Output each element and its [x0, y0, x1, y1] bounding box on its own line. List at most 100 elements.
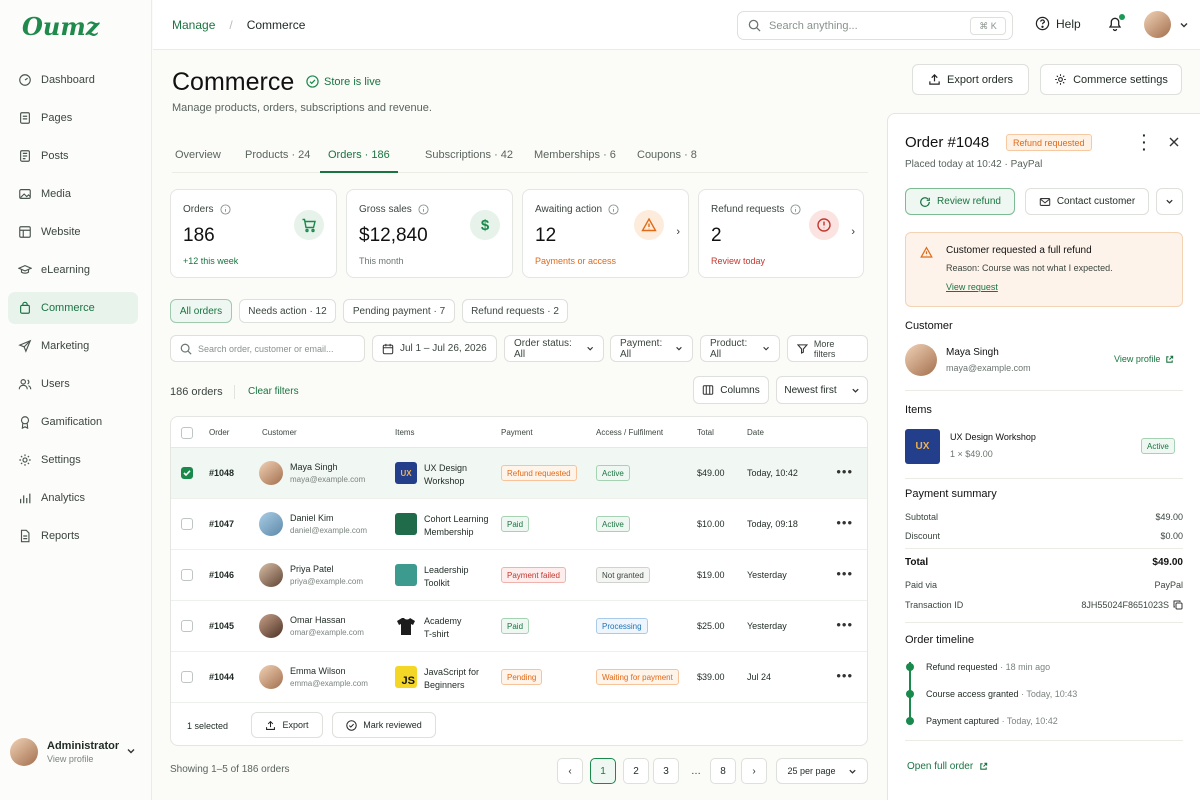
close-icon[interactable]: [1168, 136, 1180, 148]
chevron-down-icon[interactable]: [126, 746, 136, 756]
order-id[interactable]: #1044: [209, 672, 234, 682]
table-row[interactable]: #1047 Daniel Kim daniel@example.com Cohor…: [171, 499, 867, 550]
table-row[interactable]: #1046 Priya Patel priya@example.com Leade…: [171, 550, 867, 601]
clear-filters-link[interactable]: Clear filters: [248, 386, 299, 397]
copy-icon[interactable]: [1173, 600, 1183, 610]
order-id[interactable]: #1046: [209, 570, 234, 580]
view-profile-link[interactable]: View profile: [1114, 354, 1174, 364]
sidebar-item-posts[interactable]: Posts: [8, 140, 138, 172]
tab-orders[interactable]: Orders · 186: [320, 149, 398, 173]
order-id[interactable]: #1048: [209, 468, 234, 478]
sidebar-item-analytics[interactable]: Analytics: [8, 482, 138, 514]
row-checkbox[interactable]: [181, 518, 193, 530]
mark-reviewed-button[interactable]: Mark reviewed: [332, 712, 436, 738]
more-actions-icon[interactable]: •••: [836, 515, 853, 530]
commerce-settings-button[interactable]: Commerce settings: [1040, 64, 1182, 95]
page-button-2[interactable]: 2: [623, 758, 649, 784]
open-full-order-link[interactable]: Open full order: [907, 761, 988, 772]
column-header-customer[interactable]: Customer: [262, 428, 297, 437]
table-row[interactable]: #1048 Maya Singh maya@example.com UX UX D…: [171, 448, 867, 499]
sidebar-item-dashboard[interactable]: Dashboard: [8, 64, 138, 96]
sidebar-item-settings[interactable]: Settings: [8, 444, 138, 476]
page-button-3[interactable]: 3: [653, 758, 679, 784]
app-logo[interactable]: Oumz: [22, 12, 99, 41]
sidebar-item-marketing[interactable]: Marketing: [8, 330, 138, 362]
table-row[interactable]: #1045 Omar Hassan omar@example.com Academ…: [171, 601, 867, 652]
sidebar-item-users[interactable]: Users: [8, 368, 138, 400]
sidebar-item-reports[interactable]: Reports: [8, 520, 138, 552]
payment-filter[interactable]: Payment: All: [610, 335, 693, 362]
chip-refund-requests[interactable]: Refund requests · 2: [462, 299, 568, 323]
user-menu[interactable]: [1144, 11, 1189, 38]
row-checkbox[interactable]: [181, 671, 193, 683]
more-actions-icon[interactable]: •••: [836, 566, 853, 581]
sidebar-item-website[interactable]: Website: [8, 216, 138, 248]
columns-button[interactable]: Columns: [693, 376, 769, 404]
payment-filter-value: Payment: All: [620, 337, 663, 360]
bulk-export-button[interactable]: Export: [251, 712, 323, 738]
sidebar-item-elearning[interactable]: eLearning: [8, 254, 138, 286]
sidebar-item-pages[interactable]: Pages: [8, 102, 138, 134]
summary-key: Discount: [905, 531, 941, 541]
row-checkbox[interactable]: [181, 467, 193, 479]
product-filter[interactable]: Product: All: [700, 335, 780, 362]
stat-card-awaiting-action[interactable]: Awaiting action 12 Payments or access ›: [522, 189, 689, 278]
review-refund-button[interactable]: Review refund: [905, 188, 1015, 215]
chip-pending-payment[interactable]: Pending payment · 7: [343, 299, 455, 323]
chip-needs-action[interactable]: Needs action · 12: [239, 299, 336, 323]
column-header-payment[interactable]: Payment: [501, 428, 533, 437]
prev-page-button[interactable]: ‹: [557, 758, 583, 784]
page-title: Commerce: [172, 68, 295, 96]
chip-all-orders[interactable]: All orders: [170, 299, 232, 323]
global-search[interactable]: Search anything... ⌘ K: [737, 11, 1013, 40]
stat-card-refund-requests[interactable]: Refund requests 2 Review today ›: [698, 189, 864, 278]
tab-products[interactable]: Products · 24: [245, 149, 310, 173]
more-actions-icon[interactable]: •••: [836, 617, 853, 632]
search-input[interactable]: Search anything...: [769, 20, 858, 32]
order-search[interactable]: Search order, customer or email...: [170, 335, 365, 362]
more-vertical-icon[interactable]: · · ·: [1142, 128, 1147, 156]
order-id[interactable]: #1047: [209, 519, 234, 529]
tab-overview[interactable]: Overview: [175, 149, 221, 173]
admin-view-profile[interactable]: View profile: [47, 754, 119, 764]
select-all-checkbox[interactable]: [181, 427, 193, 439]
sidebar-item-gamification[interactable]: Gamification: [8, 406, 138, 438]
column-header-order[interactable]: Order: [209, 428, 229, 437]
sidebar-item-commerce[interactable]: Commerce: [8, 292, 138, 324]
sort-select[interactable]: Newest first: [776, 376, 868, 404]
customer-email: priya@example.com: [290, 577, 364, 586]
date-range-filter[interactable]: Jul 1 – Jul 26, 2026: [372, 335, 497, 362]
tab-memberships[interactable]: Memberships · 6: [534, 149, 616, 173]
column-header-access[interactable]: Access / Fulfilment: [596, 428, 663, 437]
column-header-total[interactable]: Total: [697, 428, 714, 437]
order-search-input[interactable]: Search order, customer or email...: [198, 344, 334, 354]
contact-customer-button[interactable]: Contact customer: [1025, 188, 1149, 215]
stat-card-orders[interactable]: Orders 186 +12 this week: [170, 189, 337, 278]
admin-profile[interactable]: Administrator View profile: [10, 736, 140, 768]
order-id[interactable]: #1045: [209, 621, 234, 631]
row-checkbox[interactable]: [181, 620, 193, 632]
column-header-items[interactable]: Items: [395, 428, 415, 437]
stat-card-gross-sales[interactable]: Gross sales $12,840 This month $: [346, 189, 513, 278]
more-actions-icon[interactable]: •••: [836, 668, 853, 683]
tab-subscriptions[interactable]: Subscriptions · 42: [425, 149, 513, 173]
more-actions-icon[interactable]: •••: [836, 464, 853, 479]
page-button-1[interactable]: 1: [590, 758, 616, 784]
breadcrumb-manage[interactable]: Manage: [172, 18, 215, 32]
order-total: $49.00: [697, 468, 725, 478]
export-orders-button[interactable]: Export orders: [912, 64, 1029, 95]
panel-actions-dropdown[interactable]: [1156, 188, 1183, 215]
order-status-filter[interactable]: Order status: All: [504, 335, 604, 362]
row-checkbox[interactable]: [181, 569, 193, 581]
per-page-select[interactable]: 25 per page: [776, 758, 868, 784]
notifications-button[interactable]: [1107, 14, 1125, 35]
page-button-8[interactable]: 8: [710, 758, 736, 784]
column-header-date[interactable]: Date: [747, 428, 764, 437]
more-filters-button[interactable]: More filters: [787, 335, 868, 362]
table-row[interactable]: #1044 Emma Wilson emma@example.com JS Jav…: [171, 652, 867, 703]
view-request-link[interactable]: View request: [946, 282, 998, 292]
help-button[interactable]: Help: [1035, 16, 1081, 31]
next-page-button[interactable]: ›: [741, 758, 767, 784]
sidebar-item-media[interactable]: Media: [8, 178, 138, 210]
tab-coupons[interactable]: Coupons · 8: [637, 149, 697, 173]
